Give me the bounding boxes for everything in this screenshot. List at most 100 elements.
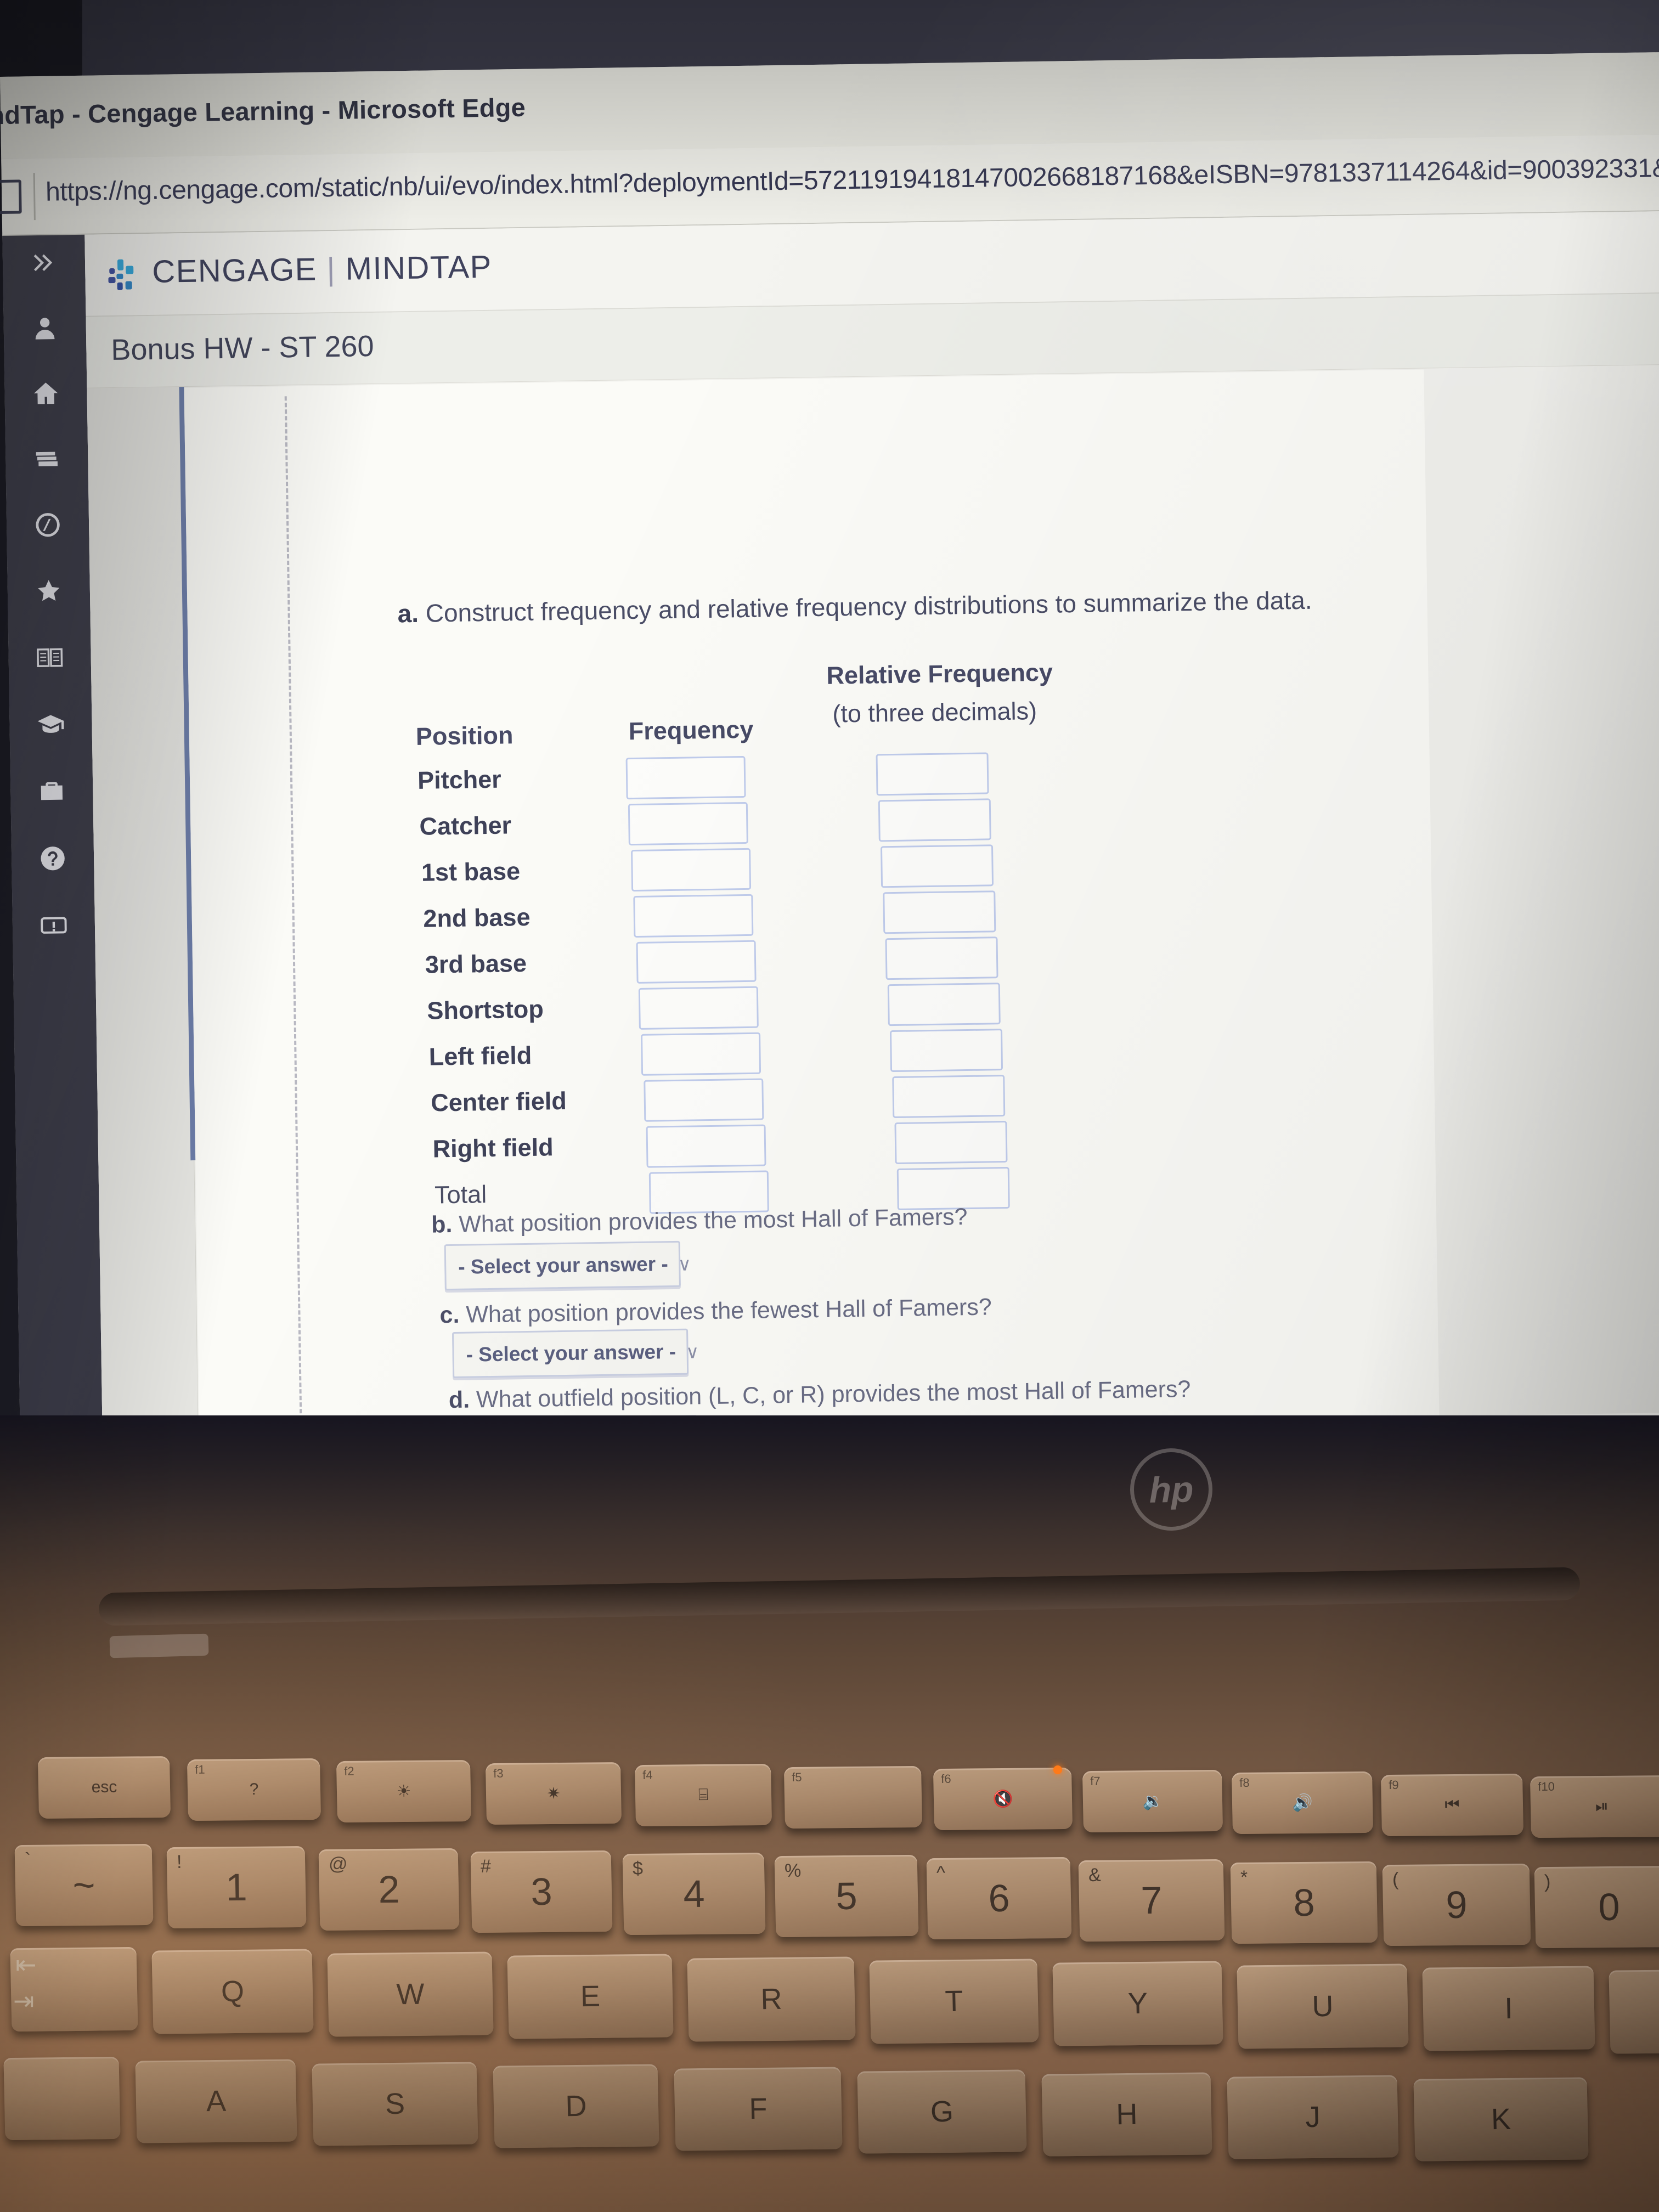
- key-key-w[interactable]: W: [327, 1951, 494, 2037]
- key-fn-label: f9: [1389, 1778, 1399, 1792]
- mute-led-indicator: [1053, 1765, 1062, 1774]
- key-key-8[interactable]: * 8: [1230, 1861, 1378, 1944]
- key-key-1[interactable]: ! 1: [166, 1846, 307, 1929]
- frequency-input[interactable]: [636, 940, 757, 984]
- frequency-input[interactable]: [646, 1124, 766, 1168]
- key-label: 🔉: [1142, 1791, 1163, 1810]
- sidebar-item-starred[interactable]: [7, 574, 90, 608]
- key-label: 1: [225, 1865, 248, 1909]
- key-key-6[interactable]: ^ 6: [926, 1857, 1072, 1940]
- key-f8[interactable]: f8 🔊: [1231, 1771, 1374, 1835]
- key-key-k[interactable]: K: [1413, 2077, 1589, 2162]
- star-icon: [38, 580, 60, 601]
- key-label: 🔊: [1291, 1793, 1313, 1812]
- key-key-2[interactable]: @2: [318, 1848, 460, 1931]
- key-key-q[interactable]: Q: [151, 1949, 314, 2034]
- key-key-u[interactable]: U: [1237, 1963, 1409, 2049]
- key-key-r[interactable]: R: [687, 1956, 856, 2042]
- briefcase-icon: [41, 782, 63, 800]
- key-f1[interactable]: f1?: [187, 1758, 321, 1821]
- key-key-3[interactable]: #3: [470, 1850, 613, 1933]
- key-label: S: [385, 2087, 405, 2120]
- key-label: 4: [682, 1872, 706, 1916]
- key-f7[interactable]: f7 🔉: [1082, 1769, 1223, 1832]
- key-key-7[interactable]: & 7: [1078, 1859, 1225, 1942]
- row-label-position: Center field: [430, 1086, 567, 1117]
- key-fn-label: f8: [1239, 1775, 1250, 1790]
- frequency-input[interactable]: [625, 755, 746, 800]
- relative-frequency-input[interactable]: [889, 1029, 1003, 1073]
- key-f2[interactable]: f2 ☀: [336, 1759, 472, 1823]
- sidebar-item-grades[interactable]: [9, 708, 92, 742]
- select-answer-dropdown-b[interactable]: - Select your answer - ∨: [444, 1240, 691, 1291]
- sidebar-item-home[interactable]: [4, 376, 87, 410]
- graduation-cap-icon: [37, 715, 64, 733]
- relative-frequency-input[interactable]: [894, 1120, 1008, 1165]
- row-label-position: 2nd base: [423, 902, 531, 933]
- column-header-relative-frequency-note: (to three decimals): [832, 697, 1037, 728]
- key-label: F: [748, 2092, 768, 2126]
- key-key-t[interactable]: T: [869, 1959, 1039, 2044]
- key-tilde-key[interactable]: ` ~: [14, 1843, 154, 1927]
- key-label: ☀: [396, 1782, 411, 1801]
- flashcard-icon: [36, 513, 60, 537]
- relative-frequency-input[interactable]: [878, 798, 991, 842]
- key-key-y[interactable]: Y: [1052, 1961, 1223, 2046]
- key-key-f[interactable]: F: [674, 2067, 843, 2151]
- key-key-0[interactable]: ) 0: [1534, 1865, 1659, 1949]
- sidebar-item-toolbox[interactable]: [10, 775, 93, 809]
- sidebar-item-flashcards[interactable]: [7, 508, 89, 542]
- feedback-icon: [41, 917, 67, 934]
- select-answer-dropdown-c[interactable]: - Select your answer - ∨: [452, 1328, 699, 1379]
- frequency-input[interactable]: [628, 802, 749, 846]
- key-f6[interactable]: f6 🔇: [933, 1767, 1073, 1831]
- key-esc[interactable]: esc: [37, 1756, 171, 1819]
- key-label: D: [565, 2090, 588, 2123]
- frequency-input[interactable]: [630, 848, 751, 892]
- sidebar-item-ereader[interactable]: [8, 641, 91, 675]
- person-icon: [35, 318, 55, 340]
- key-f9[interactable]: f9 ⏮: [1380, 1773, 1524, 1836]
- open-book-icon: [37, 648, 63, 668]
- sidebar-item-notebook[interactable]: [5, 442, 88, 476]
- key-caps-key[interactable]: [3, 2056, 121, 2141]
- key-label: R: [760, 1982, 783, 2016]
- key-key-9[interactable]: (9: [1382, 1863, 1531, 1946]
- key-key-5[interactable]: % 5: [774, 1854, 919, 1938]
- frequency-input[interactable]: [633, 894, 754, 938]
- key-shift-label: @: [328, 1853, 348, 1875]
- relative-frequency-input[interactable]: [880, 844, 994, 888]
- key-label: esc: [91, 1778, 117, 1797]
- key-f5[interactable]: f5: [783, 1765, 923, 1829]
- key-label: 🔇: [992, 1790, 1013, 1808]
- key-key-e[interactable]: E: [507, 1954, 674, 2039]
- key-f4[interactable]: f4 ⌸: [634, 1763, 772, 1827]
- key-key-4[interactable]: $4: [622, 1852, 766, 1936]
- key-key-s[interactable]: S: [312, 2062, 478, 2146]
- relative-frequency-input[interactable]: [892, 1075, 1006, 1119]
- key-f3[interactable]: f3 ✷: [485, 1762, 622, 1825]
- key-f10[interactable]: f10 ⏯: [1530, 1775, 1659, 1838]
- relative-frequency-input[interactable]: [883, 890, 996, 934]
- key-key-j[interactable]: J: [1227, 2074, 1399, 2159]
- sidebar-item-expand-rail[interactable]: [3, 246, 86, 280]
- key-key-i[interactable]: I: [1422, 1966, 1595, 2051]
- frequency-input[interactable]: [641, 1032, 761, 1076]
- frequency-input[interactable]: [638, 986, 759, 1030]
- key-key-d[interactable]: D: [493, 2064, 659, 2148]
- row-label-position: 3rd base: [425, 949, 527, 979]
- frequency-input[interactable]: [644, 1078, 764, 1122]
- sidebar-item-feedback[interactable]: [13, 909, 95, 943]
- relative-frequency-input[interactable]: [885, 936, 998, 980]
- key-key-g[interactable]: G: [857, 2069, 1027, 2154]
- sidebar-item-help[interactable]: [12, 842, 94, 876]
- relative-frequency-input[interactable]: [876, 752, 989, 796]
- key-key-h[interactable]: H: [1041, 2072, 1212, 2157]
- cengage-logo[interactable]: CENGAGE | MINDTAP: [107, 249, 493, 291]
- sidebar-item-profile[interactable]: [3, 312, 86, 346]
- relative-frequency-input[interactable]: [887, 983, 1001, 1026]
- address-input[interactable]: https://ng.cengage.com/static/nb/ui/evo/…: [46, 151, 1659, 207]
- column-header-position: Position: [415, 721, 514, 751]
- key-key-a[interactable]: A: [135, 2059, 297, 2143]
- key-key-o[interactable]: O: [1609, 1968, 1659, 2054]
